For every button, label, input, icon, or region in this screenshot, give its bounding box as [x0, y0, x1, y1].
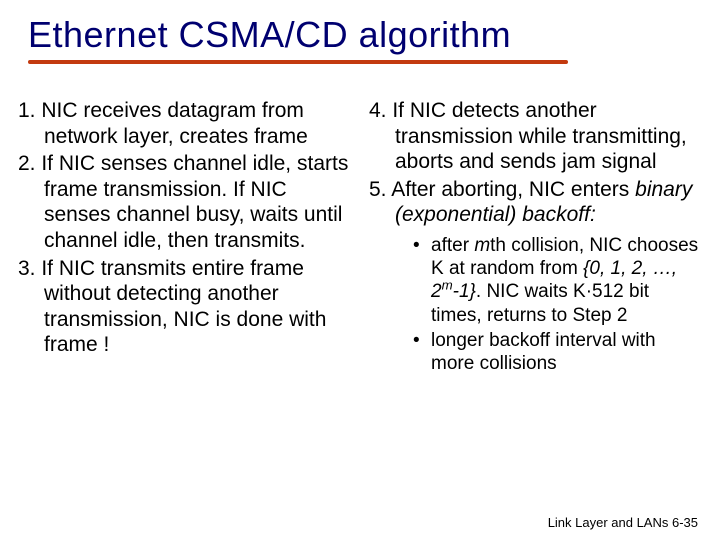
- item-5: 5. After aborting, NIC enters binary (ex…: [369, 177, 702, 228]
- bullet-2: longer backoff interval with more collis…: [413, 329, 702, 375]
- item-2: 2. If NIC senses channel idle, starts fr…: [18, 151, 351, 253]
- left-column: 1. NIC receives datagram from network la…: [18, 98, 351, 377]
- item-1: 1. NIC receives datagram from network la…: [18, 98, 351, 149]
- b1-a: after: [431, 235, 474, 256]
- slide-footer: Link Layer and LANs 6-35: [548, 515, 698, 530]
- item-5-prefix: 5. After aborting, NIC enters: [369, 178, 635, 201]
- item-3: 3. If NIC transmits entire frame without…: [18, 256, 351, 358]
- bullet-1: after mth collision, NIC chooses K at ra…: [413, 234, 702, 327]
- right-column: 4. If NIC detects another transmission w…: [369, 98, 702, 377]
- b1-m: m: [474, 235, 490, 256]
- bullet-list: after mth collision, NIC chooses K at ra…: [369, 234, 702, 375]
- title-block: Ethernet CSMA/CD algorithm: [0, 0, 720, 64]
- b1-sup: m: [442, 278, 453, 293]
- item-4: 4. If NIC detects another transmission w…: [369, 98, 702, 175]
- slide-title: Ethernet CSMA/CD algorithm: [28, 14, 511, 56]
- b1-set-close: -1}: [453, 281, 476, 302]
- content-columns: 1. NIC receives datagram from network la…: [0, 64, 720, 377]
